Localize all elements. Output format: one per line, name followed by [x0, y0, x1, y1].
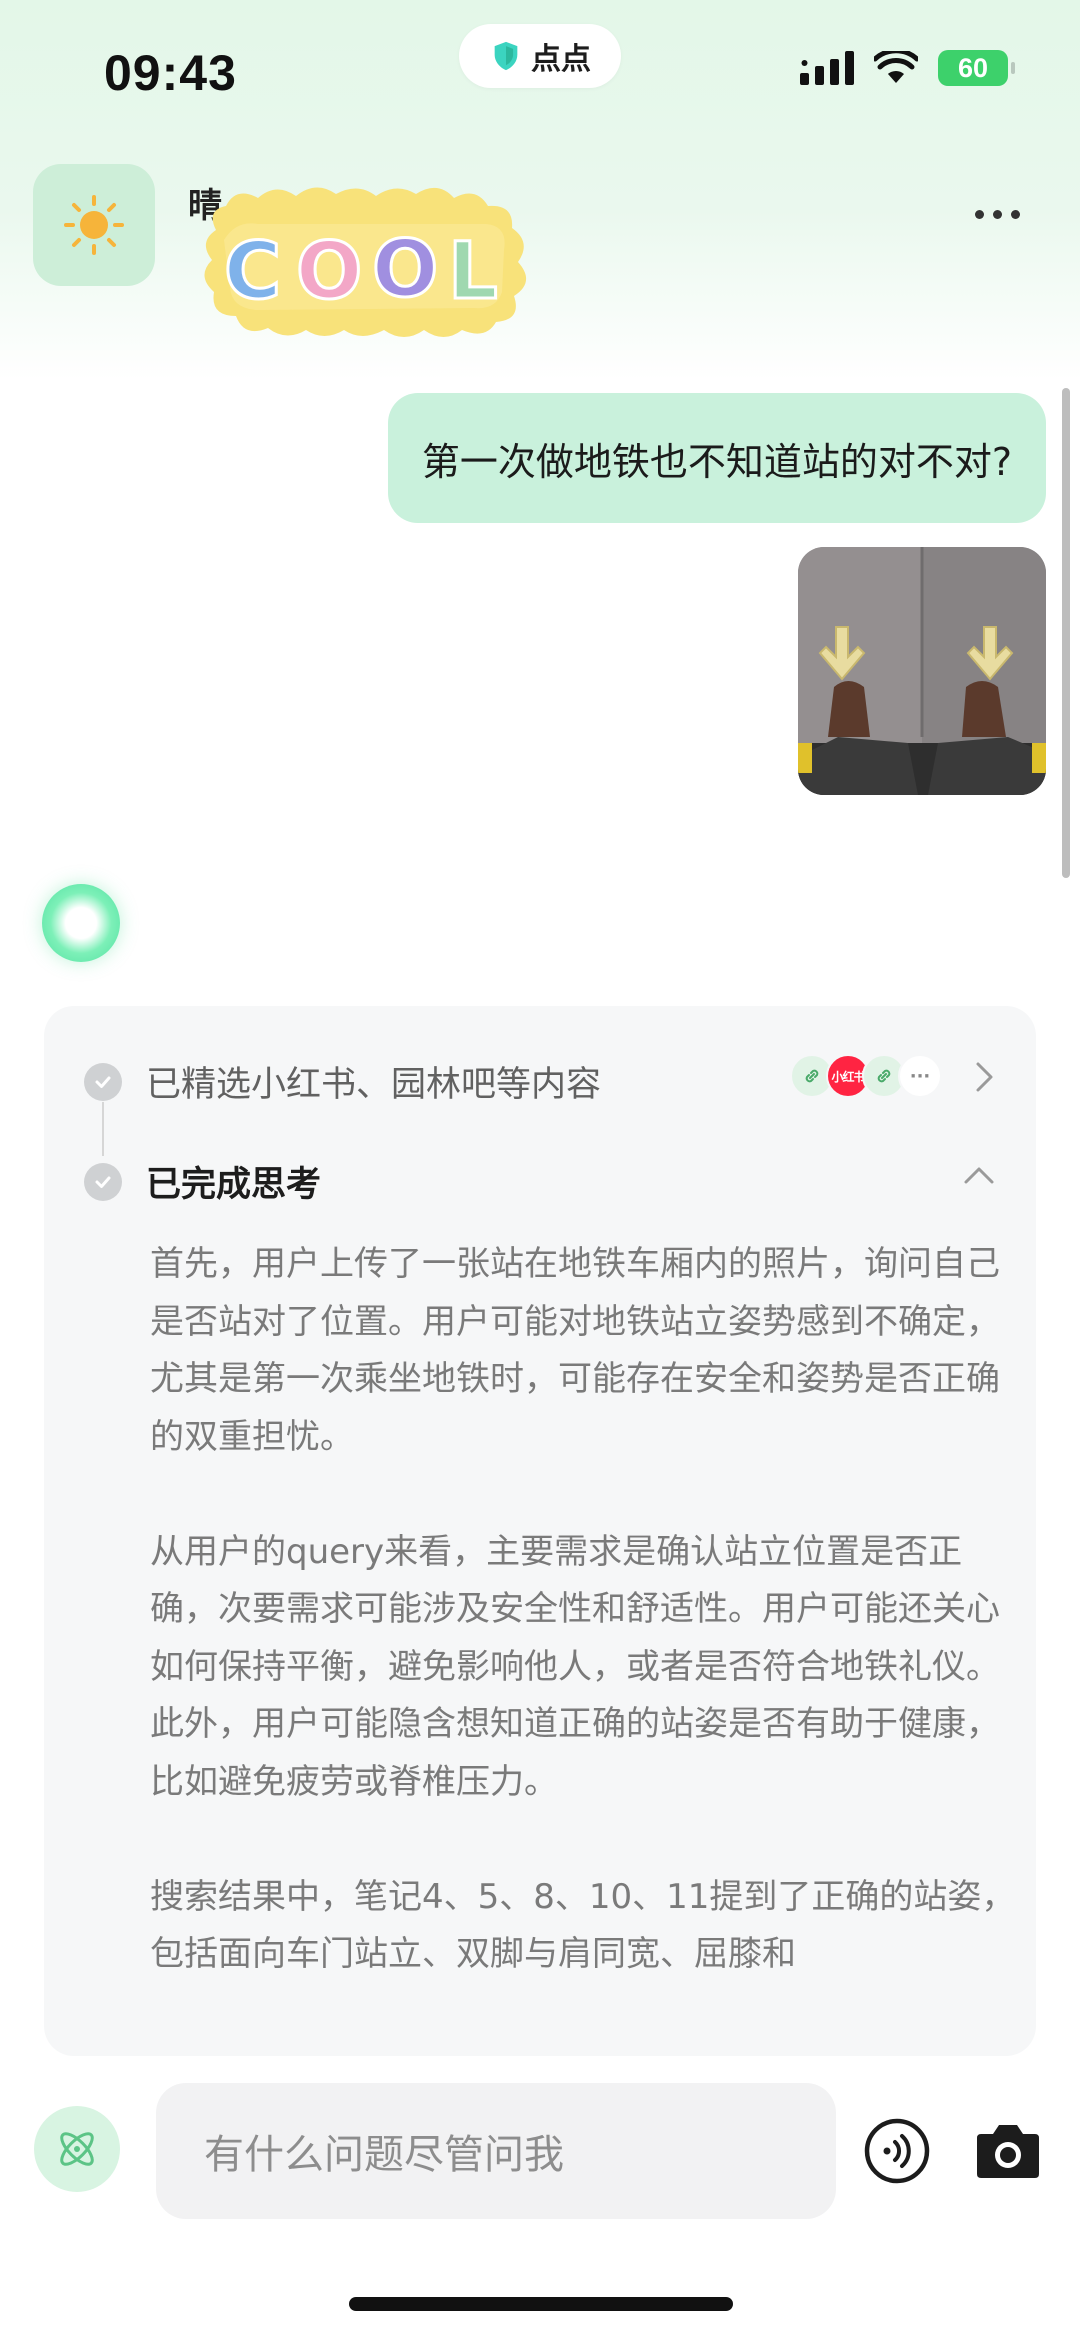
camera-icon[interactable] [975, 2120, 1041, 2180]
thinking-step-row[interactable]: 已完成思考 [84, 1156, 321, 1207]
atom-icon[interactable] [34, 2106, 120, 2192]
photo-thumbnail [798, 547, 1046, 795]
thinking-paragraph: 搜索结果中，笔记4、5、8、10、11提到了正确的站姿，包括面向车门站立、双脚与… [150, 1876, 1016, 1975]
thinking-paragraph: 首先，用户上传了一张站在地铁车厢内的照片，询问自己是否站对了位置。用户可能对地铁… [150, 1244, 1000, 1457]
source-badges[interactable]: 小红书 ··· [790, 1054, 942, 1098]
cool-sticker: C O O L [204, 187, 527, 337]
voice-call-icon[interactable] [864, 2118, 930, 2184]
more-sources-icon: ··· [898, 1054, 942, 1098]
status-time: 09:43 [104, 45, 237, 101]
search-step-row[interactable]: 已精选小红书、园林吧等内容 [84, 1056, 601, 1107]
message-input[interactable]: 有什么问题尽管问我 [156, 2083, 836, 2219]
sticker-letter-c: C [224, 227, 281, 317]
user-photo[interactable] [798, 547, 1046, 795]
step-connector [102, 1102, 104, 1156]
user-message-text: 第一次做地铁也不知道站的对不对? [421, 439, 1012, 484]
status-icons: 60 [800, 50, 1015, 86]
check-icon [84, 1062, 122, 1101]
signal-icon [800, 51, 854, 85]
shield-icon [494, 41, 518, 71]
thinking-step-label: 已完成思考 [146, 1165, 322, 1205]
message-input-placeholder: 有什么问题尽管问我 [204, 2132, 564, 2178]
app-pill-label: 点点 [531, 42, 591, 77]
battery-level: 60 [957, 52, 989, 83]
home-indicator[interactable] [349, 2297, 733, 2311]
thinking-content: 首先，用户上传了一张站在地铁车厢内的照片，询问自己是否站对了位置。用户可能对地铁… [150, 1236, 1030, 2041]
sticker-letter-o2: O [372, 225, 438, 315]
sun-icon [64, 195, 124, 255]
check-icon [84, 1162, 122, 1201]
sticker-letter-l: L [448, 227, 498, 317]
search-step-label: 已精选小红书、园林吧等内容 [146, 1065, 602, 1105]
sticker-letter-o1: O [296, 227, 362, 317]
ai-avatar [42, 884, 120, 962]
scrollbar[interactable] [1062, 388, 1070, 878]
chevron-right-icon[interactable] [974, 1060, 996, 1094]
more-dots-icon[interactable] [975, 210, 1020, 219]
thinking-paragraph: 从用户的query来看，主要需求是确认站立位置是否正确，次要需求可能涉及安全性和… [150, 1531, 1000, 1802]
chevron-up-icon[interactable] [962, 1164, 996, 1186]
wifi-icon [874, 51, 918, 83]
app-pill[interactable]: 点点 [459, 24, 621, 88]
user-message-bubble[interactable]: 第一次做地铁也不知道站的对不对? [387, 393, 1046, 523]
weather-tile[interactable] [33, 164, 155, 286]
thinking-card: 已精选小红书、园林吧等内容 小红书 ··· 已完成思考 首先，用户上传了一张站在… [44, 1006, 1036, 2056]
battery-indicator: 60 [938, 50, 1015, 86]
